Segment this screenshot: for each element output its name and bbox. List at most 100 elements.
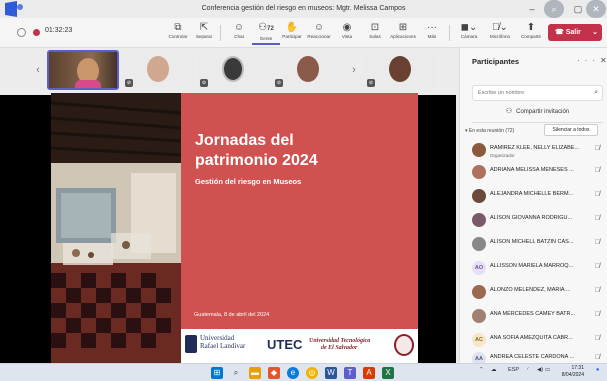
participant-tile[interactable]: ⊘ xyxy=(272,50,344,90)
view-button[interactable]: ◉ Vista xyxy=(333,21,361,45)
people-count-badge: 72 xyxy=(267,26,274,32)
avatar xyxy=(222,56,244,82)
rooms-button[interactable]: ⊡ Salas xyxy=(361,21,389,45)
mic-off-icon: 🎙̸ xyxy=(594,167,600,174)
utec-university-logo: Universidad Tecnológica de El Salvador xyxy=(309,338,371,351)
meeting-timer: 01:32:23 xyxy=(45,27,73,34)
window-title: Conferencia gestión del riesgo en museos… xyxy=(201,5,406,12)
participant-row[interactable]: ALISON MICHELL BATZIN CAS... 🎙̸ xyxy=(472,235,602,257)
share-icon: ⬆ xyxy=(526,22,536,33)
avatar xyxy=(472,285,486,299)
chevron-down-icon: ⌄ xyxy=(592,29,598,36)
mic-off-icon: ⊘ xyxy=(200,79,208,87)
raise-hand-button[interactable]: ✋ Participar xyxy=(278,21,306,45)
avatar: AC xyxy=(472,333,486,347)
participant-row[interactable]: AO ALLISSON MARIELA MARROQ... 🎙̸ xyxy=(472,259,602,281)
onedrive-icon[interactable]: ☁ xyxy=(491,367,497,373)
word-icon[interactable]: W xyxy=(325,367,337,379)
more-options-icon[interactable]: ··· xyxy=(577,56,600,65)
chevron-down-icon: ▾ xyxy=(465,128,468,134)
close-panel-icon[interactable]: ✕ xyxy=(600,56,607,65)
mic-off-icon: 🎙̸ xyxy=(594,311,600,318)
teams-icon[interactable]: T xyxy=(344,367,356,379)
excel-icon[interactable]: X xyxy=(382,367,394,379)
participant-tile[interactable]: ⊘ xyxy=(122,50,194,90)
apps-button[interactable]: ⊞ Aplicaciones xyxy=(389,21,417,45)
people-button[interactable]: ⚇72 Gente xyxy=(252,21,280,45)
search-icon[interactable]: ⌕ xyxy=(544,0,564,18)
avatar xyxy=(472,237,486,251)
reaction-icon: ☺ xyxy=(313,22,325,33)
phone-hangup-icon: ☎ xyxy=(555,29,564,36)
in-meeting-header[interactable]: ▾ En esta reunión (72) xyxy=(465,128,514,134)
file-explorer-icon[interactable]: ▬ xyxy=(249,367,261,379)
panel-divider xyxy=(472,122,603,123)
chrome-icon[interactable]: ◎ xyxy=(306,367,318,379)
participant-row[interactable]: ANA MERCEDES CAMEY BATR... 🎙̸ xyxy=(472,307,602,329)
pop-out-icon: ⇱ xyxy=(199,22,209,33)
avatar xyxy=(472,143,486,157)
utec-seal-icon xyxy=(394,334,414,356)
share-button[interactable]: ⬆ Compartir xyxy=(517,21,545,45)
avatar: AO xyxy=(472,261,486,275)
chat-icon: ☺ xyxy=(233,22,245,33)
edge-icon[interactable]: e xyxy=(287,367,299,379)
participant-tile[interactable]: ⊘ xyxy=(364,50,436,90)
react-button[interactable]: ☺ Reaccionar xyxy=(305,21,333,45)
battery-icon[interactable]: ▭ xyxy=(545,367,550,373)
video-tile-speaker[interactable] xyxy=(47,50,119,90)
strip-prev-arrow-icon[interactable]: ‹ xyxy=(31,60,45,80)
mic-off-icon: 🎙̸ xyxy=(594,287,600,294)
apps-icon: ⊞ xyxy=(398,22,408,33)
start-icon[interactable]: ⊞ xyxy=(211,367,223,379)
speaker-body xyxy=(75,80,101,88)
slide-logos: Universidad Rafael Landívar UTEC Univers… xyxy=(181,329,418,363)
microphone-button[interactable]: 🎙̸⌄ Micrófono xyxy=(486,21,514,45)
mic-off-icon: 🎙̸ xyxy=(594,239,600,246)
strip-next-arrow-icon[interactable]: › xyxy=(347,60,361,80)
participant-row[interactable]: ADRIANA MELISSA MENESES ... 🎙̸ xyxy=(472,163,602,185)
control-button[interactable]: ⧉ Controlar xyxy=(164,21,192,45)
participant-search-input[interactable]: Escribe un nombre ⌕ xyxy=(472,85,603,101)
utec-logo: UTEC xyxy=(267,337,303,352)
participant-row[interactable]: ALONZO MELENDEZ, MARIA ... 🎙̸ xyxy=(472,283,602,305)
notification-icon[interactable]: ● xyxy=(596,367,599,373)
participant-row[interactable]: ALISON GIOVANNA RODRIGU... 🎙̸ xyxy=(472,211,602,233)
windows-taskbar: ⊞ ⌕ ▬ ◆ e ◎ W T A X ⌃ ☁ ESP ◜ ◀) ▭ 17:31… xyxy=(0,363,607,381)
status-ring-icon xyxy=(17,28,26,37)
participant-row[interactable]: ALEJANDRA MICHELLE BERM... 🎙̸ xyxy=(472,187,602,209)
mic-off-icon: ⊘ xyxy=(125,79,133,87)
chat-button[interactable]: ☺ Chat xyxy=(225,21,253,45)
mic-off-icon: 🎙̸ xyxy=(594,335,600,342)
slide-title: Jornadas del patrimonio 2024 xyxy=(195,132,318,169)
mute-all-button[interactable]: Silenciar a todos xyxy=(544,124,598,136)
participant-tile[interactable]: ⊘ xyxy=(197,50,269,90)
slide-date: Guatemala, 8 de abril del 2024 xyxy=(194,312,270,318)
camera-button[interactable]: ◼⌄ Cámara xyxy=(455,21,483,45)
panel-title: Participantes xyxy=(472,57,520,66)
acrobat-icon[interactable]: A xyxy=(363,367,375,379)
screen-share-control-icon: ⧉ xyxy=(174,22,182,33)
search-icon[interactable]: ⌕ xyxy=(230,367,242,379)
maximize-icon[interactable]: ▢ xyxy=(568,0,588,18)
close-icon[interactable]: ✕ xyxy=(586,0,606,18)
wifi-icon[interactable]: ◜ xyxy=(527,367,529,373)
leave-button[interactable]: ☎ Salir ⌄ xyxy=(548,24,602,41)
tray-chevron-icon[interactable]: ⌃ xyxy=(479,367,484,373)
teams-logo-icon xyxy=(5,1,23,17)
mic-off-icon: 🎙̸ xyxy=(594,145,600,152)
more-button[interactable]: ··· Más xyxy=(418,21,446,45)
volume-icon[interactable]: ◀) xyxy=(537,367,543,373)
participant-row[interactable]: RAMIREZ KLEE, NELLY ELIZABE... Organizad… xyxy=(472,141,602,163)
mic-off-icon: 🎙̸ xyxy=(594,263,600,270)
camera-off-icon: ◼⌄ xyxy=(460,22,478,33)
mic-off-icon: 🎙̸ xyxy=(594,191,600,198)
system-clock[interactable]: 17:31 8/04/2024 xyxy=(552,365,584,379)
brave-icon[interactable]: ◆ xyxy=(268,367,280,379)
pop-out-button[interactable]: ⇱ Separar xyxy=(190,21,218,45)
minimize-icon[interactable]: – xyxy=(522,0,542,18)
language-indicator[interactable]: ESP xyxy=(508,367,519,373)
presentation-slide: Jornadas del patrimonio 2024 Gestión del… xyxy=(51,93,418,363)
share-invite-icon: ⚇ xyxy=(505,108,513,115)
share-invite-button[interactable]: ⚇ Compartir invitación xyxy=(472,105,603,119)
